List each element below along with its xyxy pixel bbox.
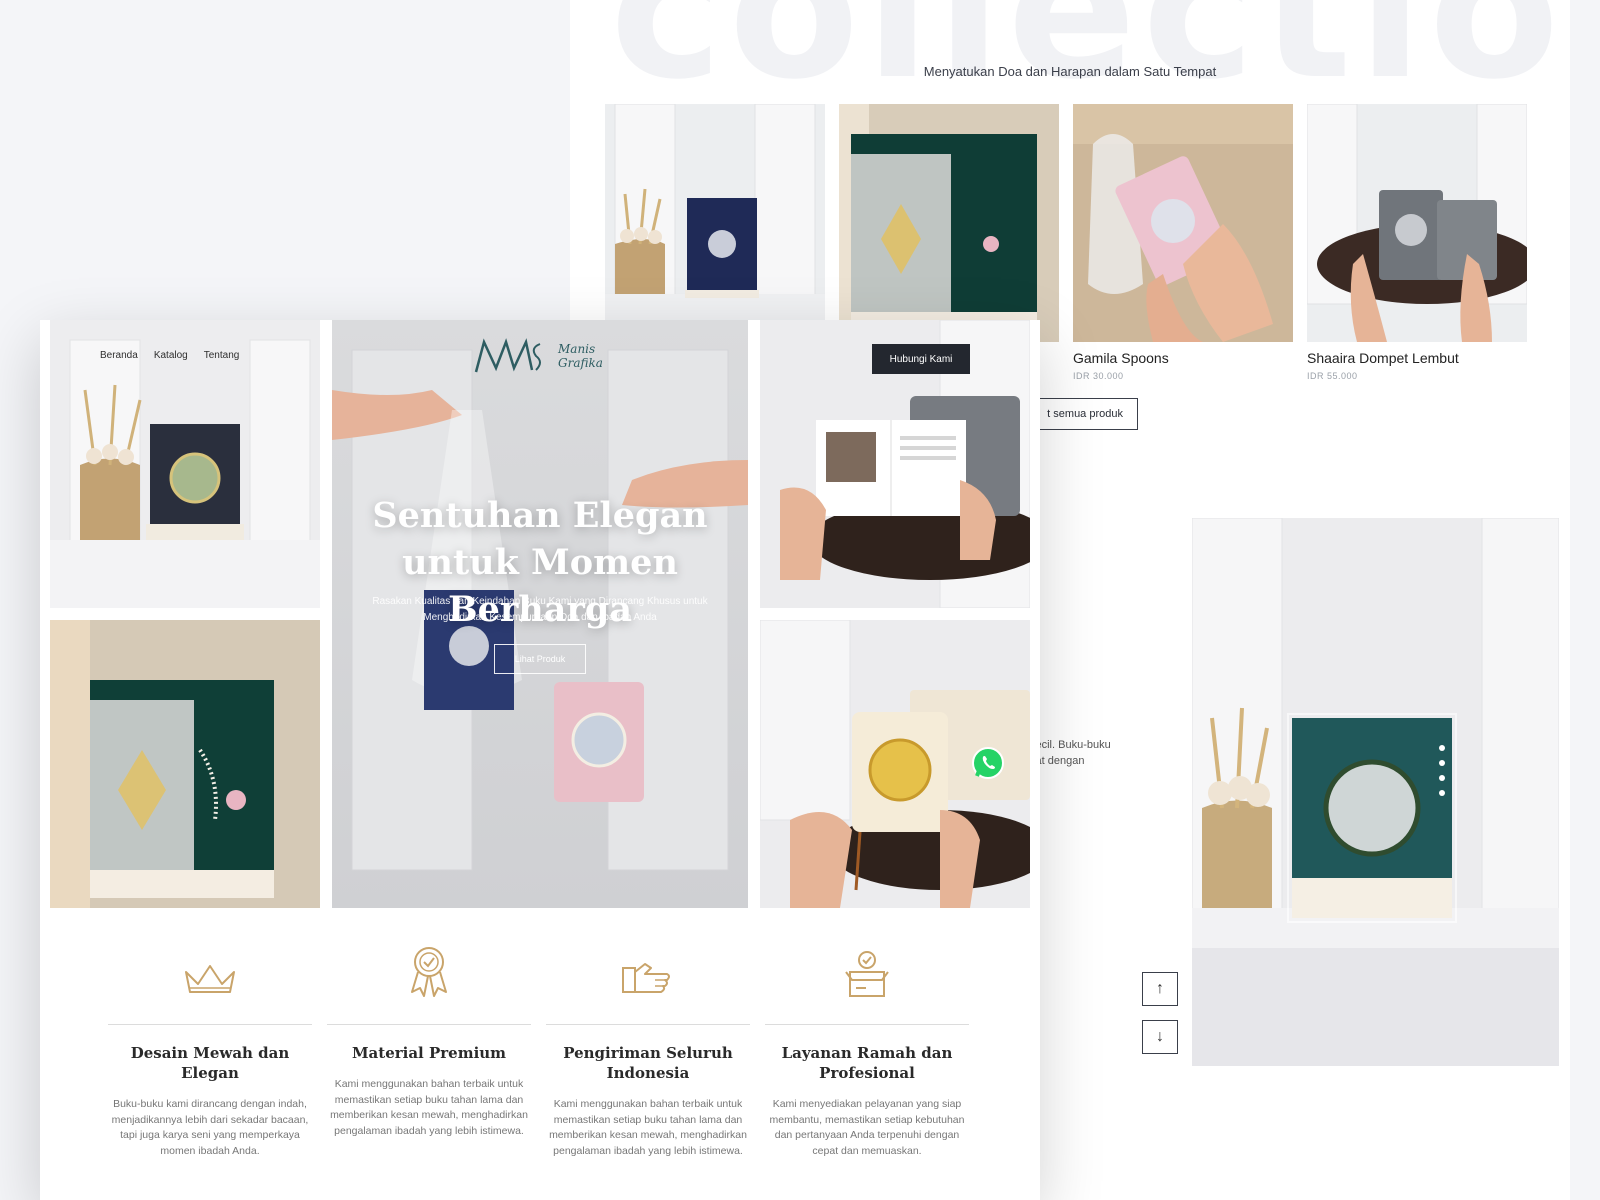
logo-line: Grafika	[558, 356, 603, 370]
product-image[interactable]	[1307, 104, 1527, 342]
see-all-products-button[interactable]: t semua produk	[1030, 398, 1138, 430]
feature-title: Desain Mewah dan Elegan	[130, 1044, 290, 1082]
delivery-box-icon	[845, 951, 889, 997]
product-card[interactable]: Gamila Spoons IDR 30.000	[1073, 104, 1293, 381]
feature-description: Buku-buku kami dirancang dengan indah, m…	[111, 1098, 309, 1157]
product-card[interactable]: Shaaira Dompet Lembut IDR 55.000	[1307, 104, 1527, 381]
feature-title: Material Premium	[351, 1044, 507, 1062]
landing-page: Beranda Katalog Tentang Manis Grafika Se…	[40, 320, 1040, 1200]
gallery-tile	[50, 320, 320, 608]
product-card[interactable]	[605, 104, 825, 342]
feature-divider	[327, 1024, 531, 1025]
product-price: IDR 55.000	[1307, 371, 1358, 381]
logo-text: Manis Grafika	[558, 342, 603, 370]
handshake-icon	[622, 963, 670, 993]
feature-item: Desain Mewah dan Elegan Buku-buku kami d…	[108, 948, 312, 1159]
feature-item: Material Premium Kami menggunakan bahan …	[327, 947, 531, 1139]
main-nav: Beranda Katalog Tentang	[100, 350, 239, 361]
feature-divider	[108, 1024, 312, 1025]
product-name[interactable]: Shaaira Dompet Lembut	[1307, 350, 1527, 366]
nav-item-katalog[interactable]: Katalog	[154, 350, 188, 361]
product-price: IDR 30.000	[1073, 371, 1124, 381]
gallery-tile	[50, 620, 320, 908]
product-image[interactable]	[1073, 104, 1293, 342]
about-text-line: kecil. Buku-buku	[1030, 739, 1111, 751]
feature-divider	[765, 1024, 969, 1025]
product-image[interactable]	[605, 104, 825, 342]
feature-description: Kami menggunakan bahan terbaik untuk mem…	[549, 1098, 747, 1157]
collection-watermark: collection	[610, 0, 1570, 121]
logo-monogram-icon	[474, 338, 541, 373]
scroll-down-button[interactable]: ↓	[1142, 1020, 1178, 1054]
about-product-photo	[1192, 518, 1559, 1066]
nav-item-tentang[interactable]: Tentang	[204, 350, 240, 361]
nav-item-beranda[interactable]: Beranda	[100, 350, 138, 361]
feature-item: Layanan Ramah dan Profesional Kami menye…	[765, 948, 969, 1159]
feature-description: Kami menggunakan bahan terbaik untuk mem…	[330, 1078, 528, 1137]
about-text-line: kat dengan	[1030, 755, 1085, 767]
whatsapp-icon[interactable]	[971, 746, 1005, 785]
view-products-button[interactable]: Lihat Produk	[494, 644, 586, 674]
collection-subtitle: Menyatukan Doa dan Harapan dalam Satu Te…	[923, 64, 1217, 79]
product-card[interactable]	[839, 104, 1059, 342]
feature-item: Pengiriman Seluruh Indonesia Kami menggu…	[546, 948, 750, 1159]
feature-title: Pengiriman Seluruh Indonesia	[563, 1044, 733, 1082]
feature-description: Kami menyediakan pelayanan yang siap mem…	[769, 1098, 965, 1157]
arrow-down-icon: ↓	[1156, 1028, 1164, 1045]
product-name[interactable]: Gamila Spoons	[1073, 350, 1293, 366]
scroll-up-button[interactable]: ↑	[1142, 972, 1178, 1006]
logo-line: Manis	[558, 342, 596, 356]
product-image[interactable]	[839, 104, 1059, 342]
arrow-up-icon: ↑	[1156, 980, 1164, 997]
feature-title: Layanan Ramah dan Profesional	[781, 1044, 953, 1082]
crown-icon	[185, 965, 235, 993]
about-text: kecil. Buku-buku kat dengan	[1030, 737, 1111, 769]
brand-logo[interactable]: Manis Grafika	[474, 336, 603, 376]
award-badge-icon	[411, 947, 447, 997]
feature-divider	[546, 1024, 750, 1025]
hero-subtitle: Rasakan Kualitas dan Keindahan Buku Kami…	[372, 596, 708, 623]
contact-us-button[interactable]: Hubungi Kami	[872, 344, 970, 374]
